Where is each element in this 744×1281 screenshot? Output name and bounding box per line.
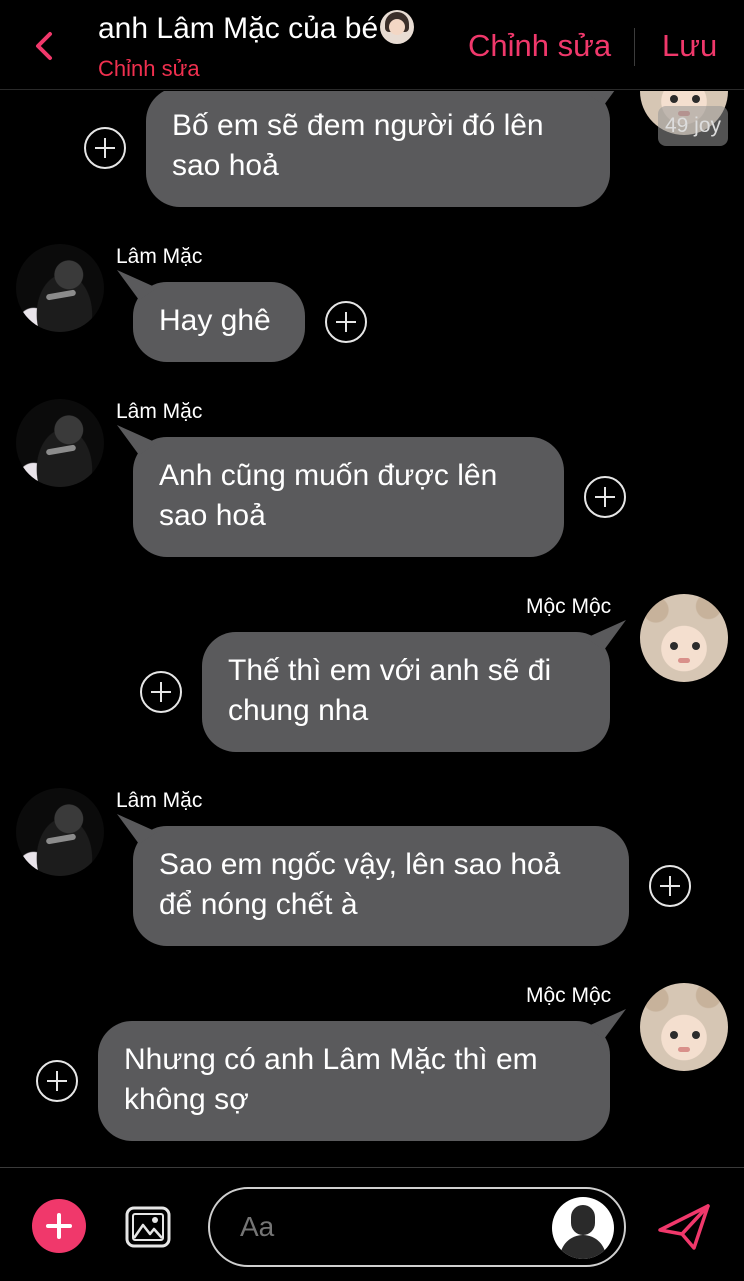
add-reaction-icon[interactable] — [325, 301, 367, 343]
message-bubble[interactable]: Bố em sẽ đem người đó lên sao hoả — [146, 91, 610, 207]
message-text-line: Thế thì em với anh sẽ đi — [228, 654, 552, 687]
message-text-line: Hay ghê — [159, 304, 271, 337]
plus-icon[interactable] — [32, 1199, 86, 1253]
avatar-lam-mac[interactable] — [16, 788, 104, 876]
avatar-moc-moc[interactable] — [640, 983, 728, 1071]
chevron-left-icon[interactable] — [28, 24, 60, 68]
add-reaction-icon[interactable] — [84, 127, 126, 169]
message-text-line: sao hoả — [159, 499, 266, 532]
add-reaction-icon[interactable] — [140, 671, 182, 713]
sender-name: Lâm Mặc — [116, 789, 203, 812]
message-bubble[interactable]: Anh cũng muốn được lên sao hoả — [133, 437, 564, 557]
message-text-line: sao hoả — [172, 149, 279, 182]
timestamp-badge: 49 joy — [658, 106, 728, 146]
header-divider — [634, 28, 635, 66]
chat-header: anh Lâm Mặc của bé Chỉnh sửa Chỉnh sửa L… — [0, 0, 744, 90]
message-text-line: Bố em sẽ đem người đó lên — [172, 109, 544, 142]
chat-title[interactable]: anh Lâm Mặc của bé — [98, 10, 415, 46]
subtitle-edit-link[interactable]: Chỉnh sửa — [98, 56, 200, 82]
message-text-line: Sao em ngốc vậy, lên sao hoả — [159, 848, 561, 881]
message-bubble[interactable]: Thế thì em với anh sẽ đi chung nha — [202, 632, 610, 752]
message-text-line: Anh cũng muốn được lên — [159, 459, 498, 492]
sender-name: Lâm Mặc — [116, 245, 203, 268]
avatar-moc-moc[interactable] — [640, 594, 728, 682]
chat-title-text: anh Lâm Mặc của bé — [98, 12, 379, 45]
sender-name: Lâm Mặc — [116, 400, 203, 423]
avatar-lam-mac[interactable] — [16, 399, 104, 487]
message-bubble[interactable]: Nhưng có anh Lâm Mặc thì em không sợ — [98, 1021, 610, 1141]
save-button[interactable]: Lưu — [662, 28, 717, 64]
add-reaction-icon[interactable] — [649, 865, 691, 907]
message-bubble[interactable]: Hay ghê — [133, 282, 305, 362]
send-icon[interactable] — [656, 1202, 712, 1252]
image-icon[interactable] — [124, 1203, 172, 1251]
add-reaction-icon[interactable] — [584, 476, 626, 518]
message-text-line: không sợ — [124, 1083, 249, 1116]
sender-name: Mộc Mộc — [526, 595, 612, 618]
message-text-line: Nhưng có anh Lâm Mặc thì em — [124, 1043, 538, 1076]
message-text-line: để nóng chết à — [159, 888, 358, 921]
add-reaction-icon[interactable] — [36, 1060, 78, 1102]
message-list[interactable]: Bố em sẽ đem người đó lên sao hoả Lâm Mặ… — [0, 91, 744, 1167]
sender-name: Mộc Mộc — [526, 984, 612, 1007]
message-input[interactable] — [240, 1211, 540, 1243]
sender-avatar-icon[interactable] — [552, 1197, 614, 1259]
woman-face-emoji-icon — [380, 10, 415, 44]
message-input-box[interactable] — [208, 1187, 626, 1267]
message-text-line: chung nha — [228, 694, 369, 727]
avatar-lam-mac[interactable] — [16, 244, 104, 332]
edit-button[interactable]: Chỉnh sửa — [468, 28, 611, 64]
message-bubble[interactable]: Sao em ngốc vậy, lên sao hoả để nóng chế… — [133, 826, 629, 946]
